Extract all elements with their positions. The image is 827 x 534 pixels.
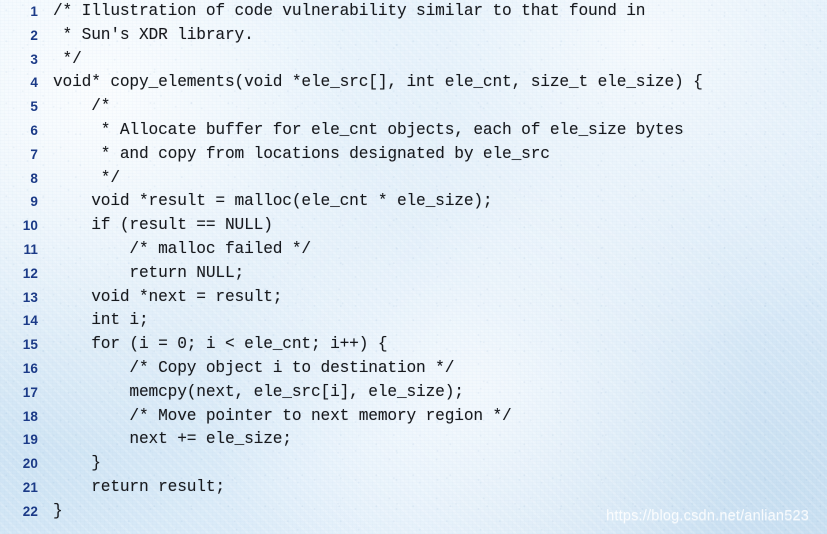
line-number: 3 (30, 51, 38, 67)
line-source-text: memcpy(next, ele_src[i], ele_size); (53, 382, 464, 401)
line-number: 2 (30, 27, 38, 43)
line-number: 8 (30, 170, 38, 186)
code-line: 18 /* Move pointer to next memory region… (0, 405, 827, 429)
code-line: 17 memcpy(next, ele_src[i], ele_size); (0, 381, 827, 405)
line-source-text: * and copy from locations designated by … (53, 144, 550, 163)
line-number: 19 (22, 432, 38, 448)
code-listing-figure: 1 /* Illustration of code vulnerability s… (0, 0, 827, 534)
line-number: 9 (30, 194, 38, 210)
line-number: 4 (30, 75, 38, 91)
code-line: 4 void* copy_elements(void *ele_src[], in… (0, 71, 827, 95)
code-line: 14 int i; (0, 309, 827, 333)
code-line: 7 * and copy from locations designated b… (0, 143, 827, 167)
code-line: 11 /* malloc failed */ (0, 238, 827, 262)
line-number: 22 (22, 503, 38, 519)
line-number: 13 (22, 289, 38, 305)
line-source-text: return NULL; (53, 263, 245, 282)
line-number: 17 (22, 384, 38, 400)
line-source-text: /* Illustration of code vulnerability si… (53, 2, 646, 20)
code-lines-container: 1 /* Illustration of code vulnerability s… (0, 0, 827, 534)
code-line: 13 void *next = result; (0, 286, 827, 310)
code-line: 21 return result; (0, 476, 827, 500)
code-line: 9 void *result = malloc(ele_cnt * ele_si… (0, 190, 827, 214)
line-number: 10 (22, 218, 38, 234)
line-source-text: * Allocate buffer for ele_cnt objects, e… (53, 120, 684, 139)
line-source-text: int i; (53, 311, 149, 330)
code-line: 3 */ (0, 48, 827, 72)
line-number: 21 (22, 479, 38, 495)
code-line: 19 next += ele_size; (0, 428, 827, 452)
line-source-text: /* malloc failed */ (53, 239, 311, 258)
line-number: 14 (22, 313, 38, 329)
code-line: 2 * Sun's XDR library. (0, 24, 827, 48)
line-source-text: next += ele_size; (53, 430, 292, 449)
line-source-text: return result; (53, 477, 225, 496)
code-line: 1 /* Illustration of code vulnerability s… (0, 0, 827, 24)
line-source-text: void *result = malloc(ele_cnt * ele_size… (53, 192, 493, 211)
line-number: 18 (22, 408, 38, 424)
line-number: 20 (22, 456, 38, 472)
line-source-text: */ (53, 49, 82, 68)
line-source-text: void *next = result; (53, 287, 283, 306)
code-line: 20 } (0, 452, 827, 476)
line-number: 7 (30, 146, 38, 162)
line-source-text: } (53, 454, 101, 473)
code-line: 22} (0, 500, 827, 524)
line-source-text: } (53, 501, 63, 520)
line-source-text: * Sun's XDR library. (53, 25, 254, 44)
code-line: 16 /* Copy object i to destination */ (0, 357, 827, 381)
code-line: 12 return NULL; (0, 262, 827, 286)
code-line: 10 if (result == NULL) (0, 214, 827, 238)
line-source-text: /* Move pointer to next memory region */ (53, 406, 512, 425)
line-number: 12 (22, 265, 38, 281)
code-line: 8 */ (0, 167, 827, 191)
line-number: 16 (22, 360, 38, 376)
line-source-text: if (result == NULL) (53, 216, 273, 235)
line-source-text: */ (53, 168, 120, 187)
code-line: 6 * Allocate buffer for ele_cnt objects,… (0, 119, 827, 143)
line-number: 6 (30, 122, 38, 138)
line-number: 11 (23, 241, 38, 257)
code-line: 15 for (i = 0; i < ele_cnt; i++) { (0, 333, 827, 357)
line-number: 5 (30, 99, 38, 115)
line-source-text: void* copy_elements(void *ele_src[], int… (53, 73, 703, 92)
line-source-text: /* (53, 97, 111, 116)
code-line: 5 /* (0, 95, 827, 119)
line-source-text: for (i = 0; i < ele_cnt; i++) { (53, 335, 388, 354)
line-source-text: /* Copy object i to destination */ (53, 358, 455, 377)
line-number: 15 (22, 337, 38, 353)
line-number: 1 (30, 4, 38, 19)
